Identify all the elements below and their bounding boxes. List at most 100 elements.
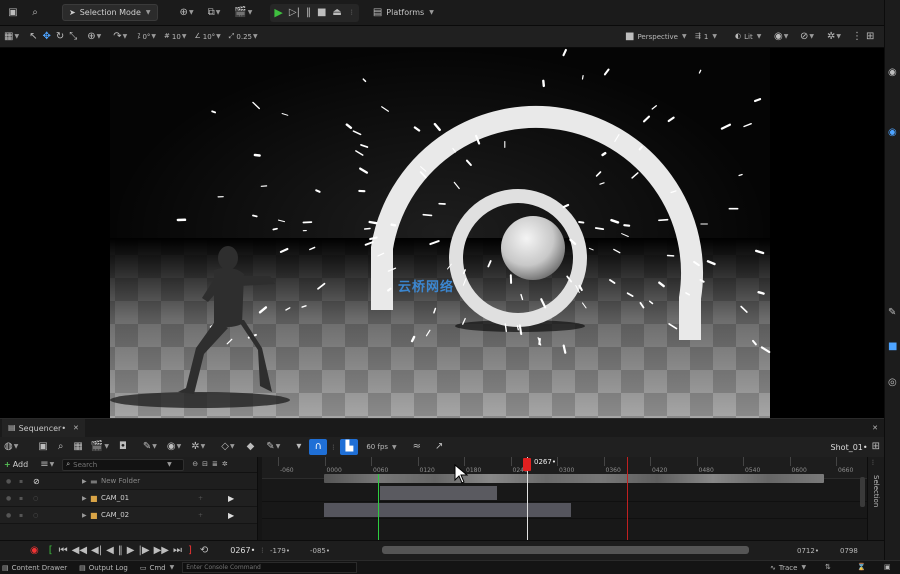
set-end-icon[interactable]: ] <box>188 545 192 556</box>
perspective-menu[interactable]: ■ Perspective ▼ <box>625 31 687 42</box>
view-end-field[interactable]: 0712• <box>797 547 819 555</box>
pencil-icon[interactable]: ✎ <box>888 308 896 318</box>
options-icon[interactable]: ⋮ <box>852 31 862 42</box>
platforms-menu[interactable]: ▤ Platforms ▼ <box>373 7 434 18</box>
lit-menu[interactable]: ◐ Lit ▼ <box>735 33 761 41</box>
pause-icon[interactable]: ‖ <box>118 545 123 556</box>
disable-icon[interactable]: ⊘ <box>33 477 40 486</box>
camera-cut-icon[interactable]: ▶ <box>228 494 234 503</box>
range-end-field[interactable]: 0798 <box>840 547 858 555</box>
snap-magnet-icon[interactable]: ∩ <box>309 439 328 455</box>
loop-icon[interactable]: ⟲ <box>200 545 208 556</box>
prev-key-icon[interactable]: ◀◀ <box>72 545 87 556</box>
cinematics-icon[interactable]: 🎬 ▼ <box>234 7 252 18</box>
playback-range-icon[interactable]: ↗ <box>435 442 443 452</box>
grid-size-value[interactable]: 10 <box>172 33 181 41</box>
add-key-icon[interactable]: + <box>198 495 203 502</box>
track-row[interactable]: ● ▪ ○ ▶ ■ CAM_01 + ▶ <box>0 490 257 507</box>
search-input[interactable]: ⌕ ▼ <box>62 458 185 471</box>
play-options-icon[interactable]: ⋮ <box>349 9 355 16</box>
view-icon[interactable]: ◉ ▼ <box>167 442 181 452</box>
notifications-icon[interactable]: ▣ <box>884 564 891 571</box>
eject-icon[interactable]: ⏏ <box>332 7 341 18</box>
eye-active-icon[interactable]: ◉ <box>888 128 897 138</box>
stop-icon[interactable]: ■ <box>317 7 326 18</box>
play-icon[interactable]: ▶ <box>127 545 135 556</box>
snap-frames-icon[interactable]: ▙ <box>340 439 359 455</box>
viewport-menu-icon[interactable]: ▦ ▼ <box>4 31 19 42</box>
eye-icon[interactable]: ● <box>6 495 11 502</box>
find-icon[interactable]: ⌕ <box>58 442 64 452</box>
expand-arrow-icon[interactable]: ▶ <box>82 512 87 519</box>
filter-icon[interactable]: ≡ ▼ <box>40 459 54 470</box>
world-icon[interactable]: ⊕ ▼ <box>87 31 101 42</box>
settings-icon[interactable]: ✲ <box>222 461 228 468</box>
playback-start-marker[interactable] <box>378 474 379 540</box>
camera-speed-menu[interactable]: ⇶ 1 ▼ <box>695 33 717 41</box>
level-viewport[interactable]: 云桥网络 <box>0 48 884 418</box>
show-icon[interactable]: ◉ ▼ <box>774 31 788 42</box>
key-add-icon[interactable]: ◆ <box>247 442 255 452</box>
selected-item-icon[interactable]: ■ <box>888 342 897 352</box>
camera-cut-icon[interactable]: ▶ <box>228 511 234 520</box>
save-icon[interactable]: ▣ <box>38 442 47 452</box>
settings-icon[interactable]: ✲ ▼ <box>827 31 841 42</box>
fps-value[interactable]: 60 fps <box>366 443 388 451</box>
collapse-icon[interactable]: ⊖ <box>192 461 198 468</box>
eye-icon[interactable]: ◉ <box>888 68 897 78</box>
pause-icon[interactable]: ‖ <box>306 7 311 18</box>
step-icon[interactable]: ▷| <box>289 7 300 18</box>
rotate-icon[interactable]: ↻ <box>56 31 64 42</box>
rot-snap-value[interactable]: 0° <box>142 33 150 41</box>
playhead-handle[interactable] <box>523 458 531 471</box>
tools-icon[interactable]: ✎ ▼ <box>143 442 157 452</box>
track-row[interactable]: ● ▪ ○ ▶ ■ CAM_02 + ▶ <box>0 507 257 524</box>
horizontal-scrollbar[interactable] <box>382 546 749 554</box>
add-actor-icon[interactable]: ⊕ ▼ <box>180 7 194 18</box>
add-track-button[interactable]: + Add <box>4 460 28 469</box>
expand-arrow-icon[interactable]: ▶ <box>82 478 87 485</box>
grid-snap-icon[interactable]: ⁒ <box>137 33 140 40</box>
trace-menu[interactable]: ∿ Trace ▼ <box>770 564 806 572</box>
folder-bar[interactable] <box>380 486 497 500</box>
cam01-section[interactable] <box>324 503 571 517</box>
sequencer-tab[interactable]: ▤ Sequencer• ✕ <box>2 419 85 437</box>
render-icon[interactable]: ▦ <box>73 442 82 452</box>
settings-icon[interactable]: ⫶ <box>872 460 874 467</box>
settings-icon[interactable]: ✲ ▼ <box>191 442 205 452</box>
solo-icon[interactable]: ○ <box>33 495 38 502</box>
save-icon[interactable]: ▣ <box>6 7 20 18</box>
step-back-icon[interactable]: ◀| <box>91 545 102 556</box>
angle-snap-icon[interactable]: ∠ <box>194 33 200 40</box>
search-field[interactable] <box>73 460 164 469</box>
set-start-icon[interactable]: [ <box>49 545 53 556</box>
more-icon[interactable]: ⋮ <box>330 444 336 451</box>
playback-end-marker[interactable] <box>627 457 628 540</box>
more-icon[interactable]: ⋮ <box>259 547 265 554</box>
track-row[interactable]: ● ▪ ⊘ ▶ ▬ New Folder <box>0 473 257 490</box>
camera-icon[interactable]: ◘ <box>119 442 127 452</box>
lock-icon[interactable]: ▪ <box>19 478 23 485</box>
record-icon[interactable]: ◉ <box>30 545 39 556</box>
select-icon[interactable]: ↖ <box>29 31 37 42</box>
angle-snap-value[interactable]: 10° <box>203 33 215 41</box>
browse-icon[interactable]: ⌕ <box>28 7 42 18</box>
source-control-icon[interactable]: ⌛ <box>857 564 866 571</box>
shot-breadcrumb[interactable]: Shot_01• ⊞ <box>831 442 880 452</box>
eye-icon[interactable]: ● <box>6 478 11 485</box>
camera-icon[interactable]: ◎ <box>888 378 897 388</box>
list-icon[interactable]: ≣ <box>212 461 218 468</box>
solo-icon[interactable]: ○ <box>33 512 38 519</box>
close-panel-icon[interactable]: ✕ <box>872 424 878 432</box>
scale-snap-value[interactable]: 0.25 <box>236 33 252 41</box>
lock-icon[interactable]: ▪ <box>19 512 23 519</box>
vertical-scrollbar[interactable] <box>860 477 865 507</box>
eye-icon[interactable]: ● <box>6 512 11 519</box>
translate-icon[interactable]: ✥ <box>42 31 50 42</box>
link-icon[interactable]: ⊟ <box>202 461 208 468</box>
tree-icon[interactable]: ⊞ <box>872 442 880 452</box>
console-input[interactable] <box>182 562 358 573</box>
play-reverse-icon[interactable]: ◀ <box>106 545 114 556</box>
surface-snap-icon[interactable]: ↷ ▼ <box>113 31 127 42</box>
chevron-down-icon[interactable]: ▼ <box>167 461 172 468</box>
